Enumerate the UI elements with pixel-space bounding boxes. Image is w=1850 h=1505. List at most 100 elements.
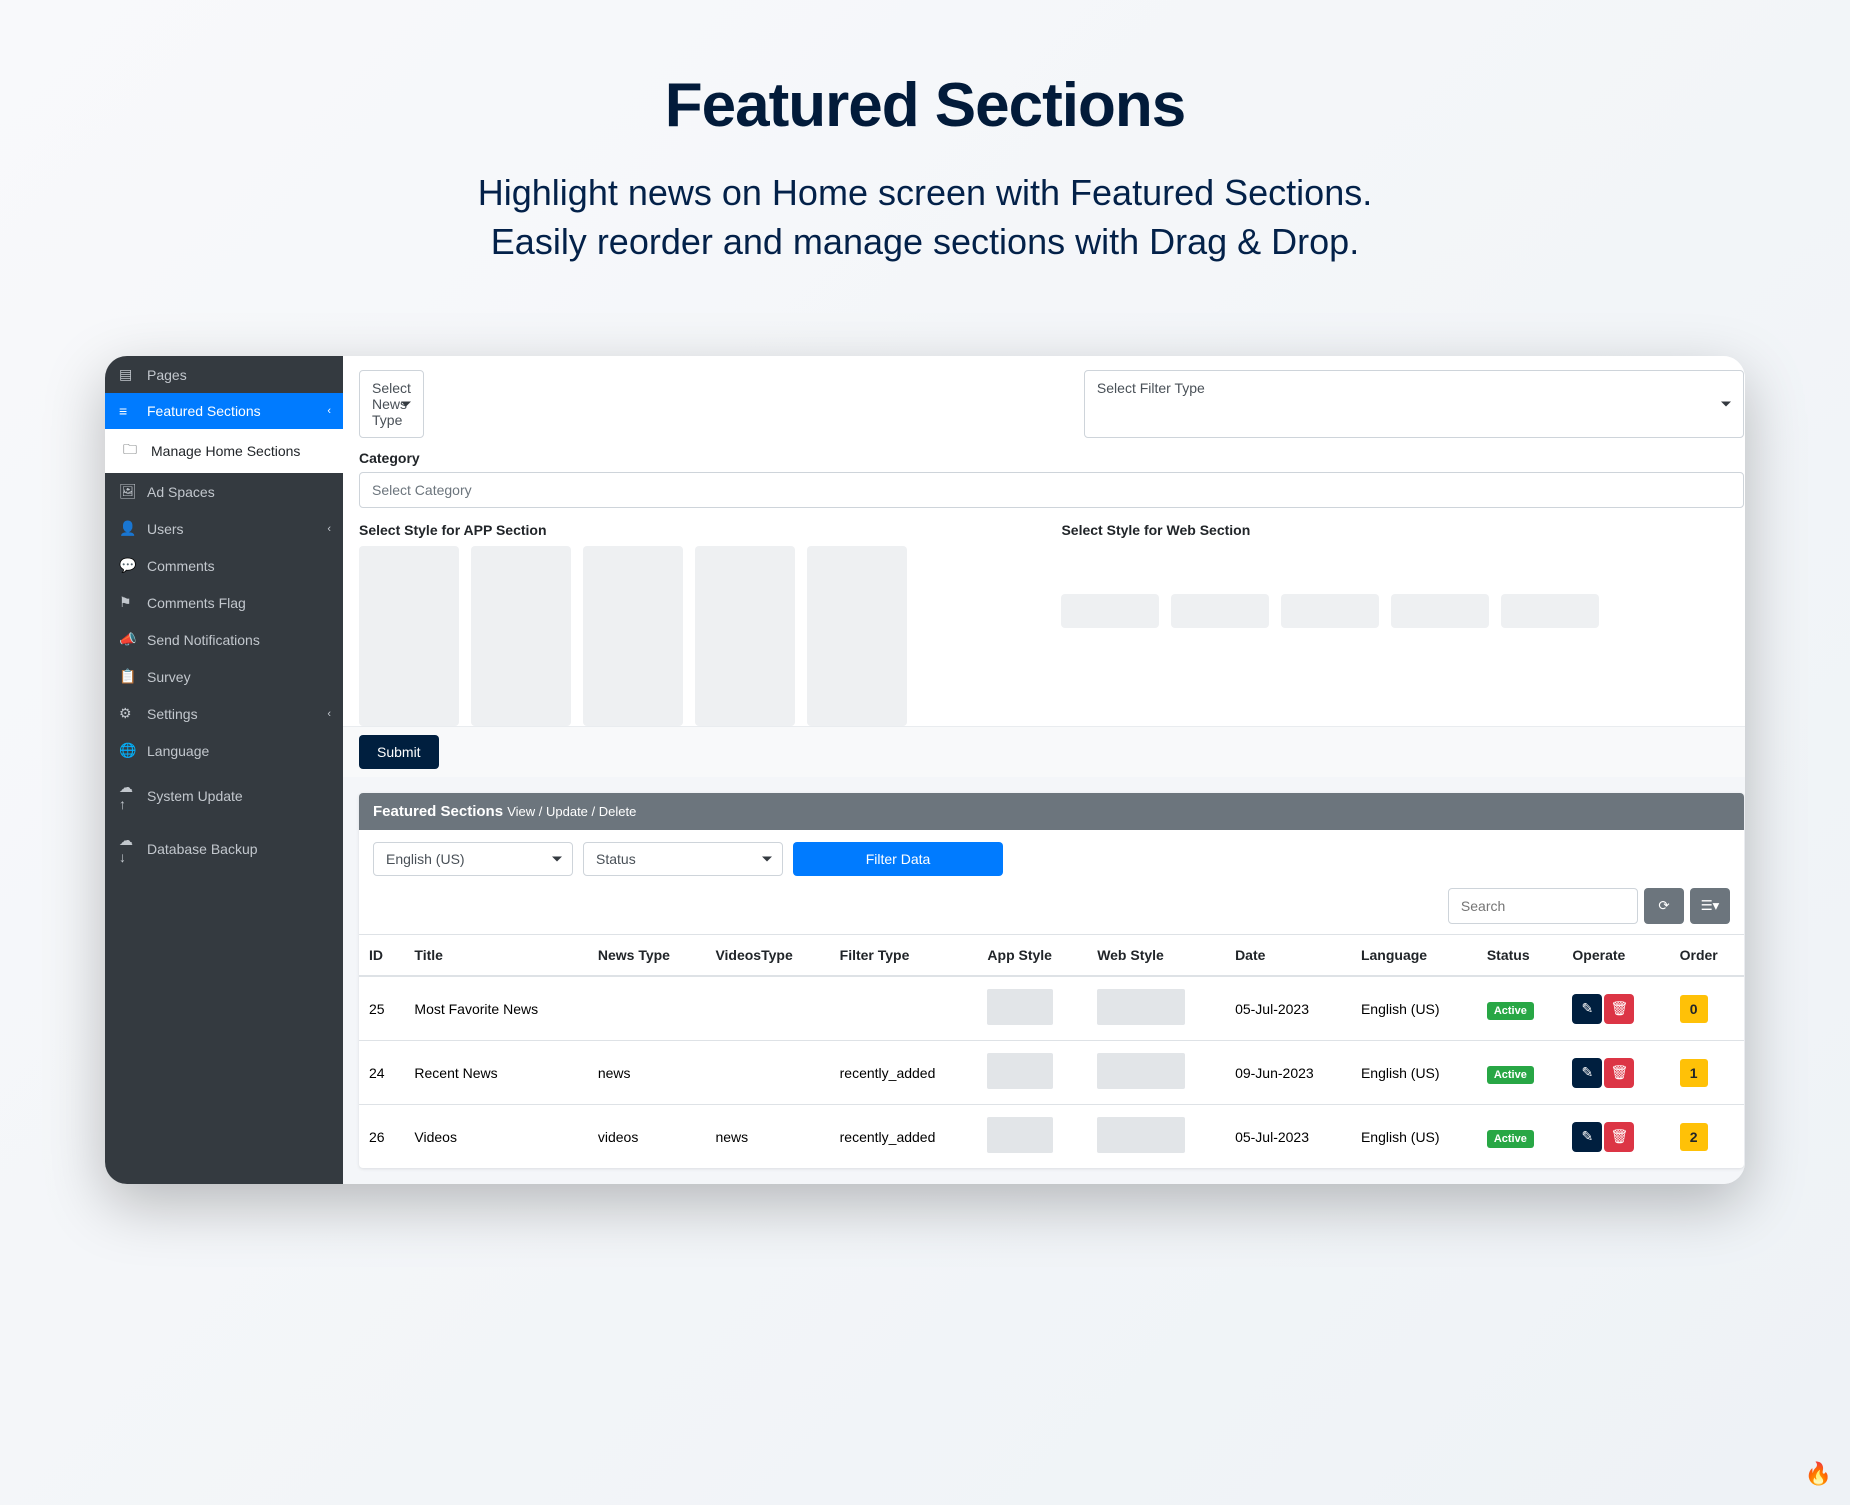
sidebar-item[interactable]: 💬Comments — [105, 547, 343, 584]
refresh-button[interactable]: ⟳ — [1644, 888, 1684, 924]
web-style-thumb[interactable] — [1061, 594, 1159, 628]
app-style-thumb[interactable] — [583, 546, 683, 726]
trash-icon: 🗑 — [1611, 1128, 1629, 1145]
cell-newstype: news — [588, 1041, 706, 1105]
cell-title: Videos — [404, 1105, 587, 1169]
sidebar-item-label: Manage Home Sections — [151, 443, 300, 459]
sidebar-item-label: Send Notifications — [147, 632, 260, 648]
web-style-thumb[interactable] — [1391, 594, 1489, 628]
cell-date: 05-Jul-2023 — [1225, 976, 1351, 1041]
sidebar-item[interactable]: 📣 Send Notifications — [105, 621, 343, 658]
refresh-icon: ⟳ — [1658, 898, 1669, 914]
chevron-left-icon: ‹ — [327, 523, 331, 535]
order-badge[interactable]: 1 — [1680, 1059, 1708, 1087]
cell-operate: ✎🗑 — [1562, 976, 1669, 1041]
filter-type-select[interactable]: Select Filter Type — [1084, 370, 1744, 438]
cell-status: Active — [1477, 1041, 1563, 1105]
cell-language: English (US) — [1351, 1041, 1477, 1105]
sidebar-item-label: Settings — [147, 706, 198, 722]
app-window: ▤Pages≡Featured Sections‹🗀Manage Home Se… — [105, 356, 1745, 1184]
sidebar-item-label: Users — [147, 521, 184, 537]
cell-language: English (US) — [1351, 1105, 1477, 1169]
table-header[interactable]: Language — [1351, 935, 1477, 977]
table-header[interactable]: VideosType — [705, 935, 829, 977]
web-style-thumb[interactable] — [1281, 594, 1379, 628]
filter-data-button[interactable]: Filter Data — [793, 842, 1003, 876]
table-header[interactable]: Operate — [1562, 935, 1669, 977]
page-subtitle: Highlight news on Home screen with Featu… — [225, 169, 1625, 266]
sidebar-item-label: Survey — [147, 669, 191, 685]
table-header[interactable]: News Type — [588, 935, 706, 977]
order-badge[interactable]: 2 — [1680, 1123, 1708, 1151]
cell-status: Active — [1477, 1105, 1563, 1169]
delete-button[interactable]: 🗑 — [1604, 1122, 1634, 1152]
order-badge[interactable]: 0 — [1680, 995, 1708, 1023]
language-filter-select[interactable]: English (US) — [373, 842, 573, 876]
status-badge: Active — [1487, 1130, 1534, 1148]
cell-filtertype: recently_added — [830, 1041, 978, 1105]
table-header[interactable]: Order — [1670, 935, 1744, 977]
app-style-thumb[interactable] — [471, 546, 571, 726]
sidebar-item[interactable]: ▤Pages — [105, 356, 343, 393]
news-type-select[interactable]: Select News Type — [359, 370, 424, 438]
app-style-thumb[interactable] — [359, 546, 459, 726]
table-header[interactable]: Filter Type — [830, 935, 978, 977]
language-icon: 🌐 — [119, 742, 137, 759]
cell-status: Active — [1477, 976, 1563, 1041]
cell-id: 25 — [359, 976, 404, 1041]
columns-button[interactable]: ☰▾ — [1690, 888, 1730, 924]
app-style-thumb[interactable] — [807, 546, 907, 726]
cell-order: 1 — [1670, 1041, 1744, 1105]
sidebar-item[interactable]: ≡Featured Sections‹ — [105, 393, 343, 429]
app-style-thumb[interactable] — [695, 546, 795, 726]
edit-button[interactable]: ✎ — [1572, 1122, 1602, 1152]
sidebar-item[interactable]: 🖼Ad Spaces — [105, 473, 343, 510]
sidebar-item-label: Language — [147, 743, 209, 759]
bullhorn-icon: 📣 — [119, 631, 137, 648]
submit-button[interactable]: Submit — [359, 735, 439, 769]
sidebar: ▤Pages≡Featured Sections‹🗀Manage Home Se… — [105, 356, 343, 1184]
cell-title: Recent News — [404, 1041, 587, 1105]
table-header[interactable]: App Style — [977, 935, 1087, 977]
flag-icon: ⚑ — [119, 594, 137, 611]
web-style-thumb[interactable] — [1171, 594, 1269, 628]
sidebar-item[interactable]: 🌐 Language — [105, 732, 343, 769]
sidebar-item-label: Featured Sections — [147, 403, 261, 419]
status-filter-select[interactable]: Status — [583, 842, 783, 876]
delete-button[interactable]: 🗑 — [1604, 1058, 1634, 1088]
comments-icon: 💬 — [119, 557, 137, 574]
list-icon: ☰▾ — [1701, 898, 1720, 914]
sidebar-item[interactable]: ⚑Comments Flag — [105, 584, 343, 621]
table-header[interactable]: Web Style — [1087, 935, 1225, 977]
search-input[interactable] — [1448, 888, 1638, 924]
sidebar-subitem[interactable]: 🗀Manage Home Sections — [105, 429, 343, 473]
table-header[interactable]: Status — [1477, 935, 1563, 977]
table-header[interactable]: Title — [404, 935, 587, 977]
sidebar-item[interactable]: ☁↑System Update — [105, 769, 343, 822]
delete-button[interactable]: 🗑 — [1604, 994, 1634, 1024]
user-icon: 👤 — [119, 520, 137, 537]
file-icon: ▤ — [119, 366, 137, 383]
table-header[interactable]: ID — [359, 935, 404, 977]
cell-id: 26 — [359, 1105, 404, 1169]
image-icon: 🖼 — [119, 483, 137, 500]
edit-button[interactable]: ✎ — [1572, 994, 1602, 1024]
sidebar-item[interactable]: 👤 Users ‹ — [105, 510, 343, 547]
web-style-thumb[interactable] — [1501, 594, 1599, 628]
flame-icon: 🔥 — [1805, 1461, 1832, 1487]
cloud-down-icon: ☁↓ — [119, 832, 137, 865]
category-select[interactable]: Select Category — [359, 472, 1744, 508]
main-content: Select News Type Select Filter Type Cate… — [343, 356, 1745, 1184]
sections-table: IDTitleNews TypeVideosTypeFilter TypeApp… — [359, 934, 1744, 1168]
cell-order: 0 — [1670, 976, 1744, 1041]
trash-icon: 🗑 — [1611, 1000, 1629, 1017]
chevron-left-icon: ‹ — [327, 708, 331, 720]
cloud-up-icon: ☁↑ — [119, 779, 137, 812]
sidebar-item[interactable]: 📋Survey — [105, 658, 343, 695]
sidebar-item[interactable]: ☁↓Database Backup — [105, 822, 343, 875]
cell-newstype — [588, 976, 706, 1041]
status-badge: Active — [1487, 1002, 1534, 1020]
sidebar-item[interactable]: ⚙Settings‹ — [105, 695, 343, 732]
edit-button[interactable]: ✎ — [1572, 1058, 1602, 1088]
table-header[interactable]: Date — [1225, 935, 1351, 977]
